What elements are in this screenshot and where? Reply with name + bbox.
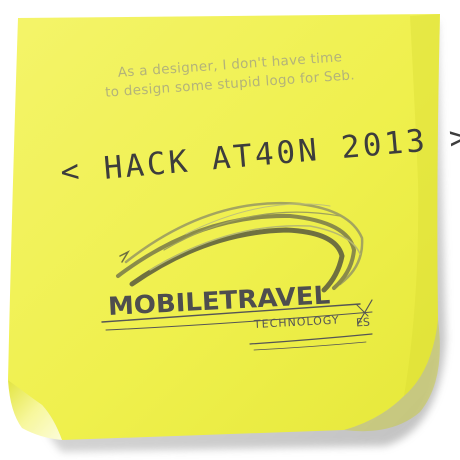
logo-subtitle-alt: ES bbox=[355, 315, 371, 330]
sticky-note-image: As a designer, I don't have time to desi… bbox=[0, 0, 460, 460]
